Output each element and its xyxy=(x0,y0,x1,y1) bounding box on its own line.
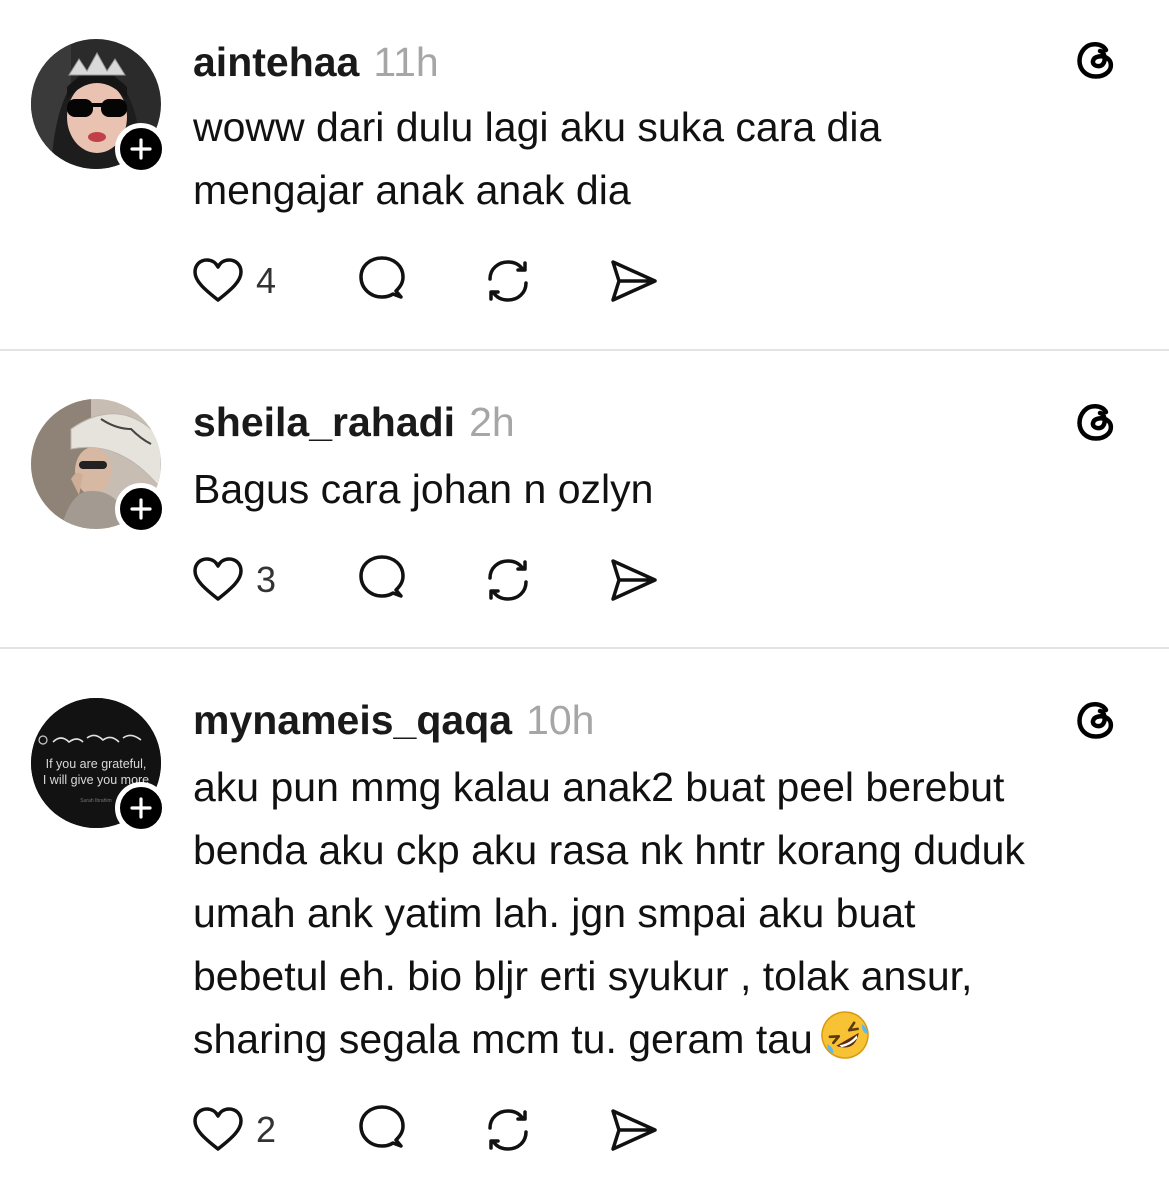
rolling-on-floor-laughing-emoji xyxy=(821,1011,869,1059)
svg-text:Surah Ibrahim: Surah Ibrahim xyxy=(80,798,111,804)
post-text-line: umah ank yatim lah. jgn smpai aku buat xyxy=(193,890,916,936)
share-button[interactable] xyxy=(605,253,661,309)
plus-icon xyxy=(130,498,152,520)
action-bar: 2 xyxy=(190,1102,690,1158)
post-text-line: benda aku ckp aku rasa nk hntr korang du… xyxy=(193,827,1025,873)
avatar[interactable] xyxy=(31,39,167,175)
share-button[interactable] xyxy=(605,552,661,608)
follow-button[interactable] xyxy=(115,123,167,175)
timestamp: 10h xyxy=(526,697,595,743)
post-item: sheila_rahadi 2h Bagus cara johan n ozlyn… xyxy=(0,350,1169,648)
post-text-line: Bagus cara johan n ozlyn xyxy=(193,466,654,512)
heart-icon xyxy=(193,1107,243,1151)
post-text-line: aku pun mmg kalau anak2 buat peel berebu… xyxy=(193,764,1005,810)
like-button[interactable]: 3 xyxy=(190,552,276,608)
avatar[interactable] xyxy=(31,399,167,535)
repost-button[interactable] xyxy=(480,253,536,309)
post-text-line: bebetul eh. bio bljr erti syukur , tolak… xyxy=(193,953,973,999)
post-item: aintehaa 11h woww dari dulu lagi aku suka… xyxy=(0,0,1169,350)
action-bar: 3 xyxy=(190,552,690,608)
post-header: aintehaa 11h xyxy=(193,42,439,83)
threads-logo-icon[interactable] xyxy=(1072,34,1122,84)
like-count: 4 xyxy=(256,260,277,301)
timestamp: 2h xyxy=(469,399,515,445)
like-button[interactable]: 4 xyxy=(190,253,276,309)
avatar-caption: If you are grateful, xyxy=(45,757,147,771)
repost-button[interactable] xyxy=(480,552,536,608)
like-button[interactable]: 2 xyxy=(190,1102,276,1158)
post-item: Surah Ibrahim If you are grateful, I wil… xyxy=(0,648,1169,1188)
reply-button[interactable] xyxy=(355,1102,411,1158)
repost-icon xyxy=(488,260,528,302)
post-body: woww dari dulu lagi aku suka cara dia me… xyxy=(193,96,1153,222)
post-text-line: mengajar anak anak dia xyxy=(193,167,631,213)
heart-icon xyxy=(193,258,243,302)
repost-icon xyxy=(488,1109,528,1151)
username-link[interactable]: aintehaa xyxy=(193,39,359,85)
repost-button[interactable] xyxy=(480,1102,536,1158)
threads-logo-icon[interactable] xyxy=(1072,396,1122,446)
post-body: aku pun mmg kalau anak2 buat peel berebu… xyxy=(193,756,1153,1071)
avatar[interactable]: Surah Ibrahim If you are grateful, I wil… xyxy=(31,698,167,834)
follow-button[interactable] xyxy=(115,782,167,834)
post-text-line: woww dari dulu lagi aku suka cara dia xyxy=(193,104,882,150)
action-bar: 4 xyxy=(190,253,690,309)
post-body: Bagus cara johan n ozlyn xyxy=(193,458,1153,521)
threads-logo-icon[interactable] xyxy=(1072,694,1122,744)
post-text-line-with-emoji: sharing segala mcm tu. geram tau xyxy=(193,1008,1153,1071)
send-icon xyxy=(611,1109,657,1151)
follow-button[interactable] xyxy=(115,483,167,535)
like-count: 3 xyxy=(256,559,277,600)
send-icon xyxy=(611,260,657,302)
post-text: sharing segala mcm tu. geram tau xyxy=(193,1016,813,1062)
reply-button[interactable] xyxy=(355,552,411,608)
username-link[interactable]: sheila_rahadi xyxy=(193,399,455,445)
post-header: sheila_rahadi 2h xyxy=(193,402,515,443)
reply-button[interactable] xyxy=(355,253,411,309)
plus-icon xyxy=(130,138,152,160)
post-header: mynameis_qaqa 10h xyxy=(193,700,594,741)
send-icon xyxy=(611,559,657,601)
repost-icon xyxy=(488,559,528,601)
plus-icon xyxy=(130,797,152,819)
comment-icon xyxy=(359,1105,405,1148)
heart-icon xyxy=(193,557,243,601)
timestamp: 11h xyxy=(373,39,439,85)
comment-icon xyxy=(359,256,405,299)
share-button[interactable] xyxy=(605,1102,661,1158)
username-link[interactable]: mynameis_qaqa xyxy=(193,697,512,743)
like-count: 2 xyxy=(256,1109,277,1150)
comment-icon xyxy=(359,555,405,598)
